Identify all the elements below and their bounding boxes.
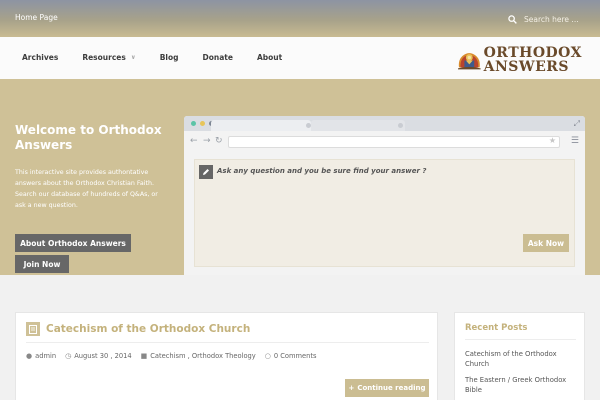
tab-close-icon xyxy=(398,123,403,128)
post-meta: ● admin ◷ August 30 , 2014 ■ Catechism , Or… xyxy=(26,352,326,360)
expand-icon: ⤢ xyxy=(573,119,580,128)
post-title[interactable]: Catechism of the Orthodox Church xyxy=(46,323,250,335)
nav-item-blog[interactable]: Blog xyxy=(160,53,179,62)
browser-tab xyxy=(211,120,311,131)
ask-question-panel: Ask any question and you be sure find yo… xyxy=(194,159,575,267)
plus-icon: + xyxy=(348,384,355,392)
hero-intro: This interactive site provides authontat… xyxy=(15,169,158,209)
comment-icon: ○ xyxy=(264,352,271,360)
join-now-button[interactable]: Join Now xyxy=(15,255,69,273)
emblem-icon xyxy=(457,53,481,70)
browser-toolbar: ← → ↻ ★ ☰ xyxy=(184,131,585,153)
back-arrow-icon: ← xyxy=(190,136,198,146)
nav-item-resources[interactable]: Resources ∨ xyxy=(82,53,135,62)
address-bar: ★ xyxy=(228,136,560,148)
recent-posts-widget: Recent Posts Catechism of the Orthodox C… xyxy=(454,312,585,400)
post-date: ◷ August 30 , 2014 xyxy=(65,352,132,360)
hero-title: Welcome to Orthodox Answers xyxy=(15,123,162,152)
post-card: Catechism of the Orthodox Church ● admin … xyxy=(15,312,438,400)
menu-icon: ☰ xyxy=(570,136,579,146)
site-logo[interactable]: ORTHODOX ANSWERS xyxy=(457,40,582,80)
ask-question-prompt[interactable]: Ask any question and you be sure find yo… xyxy=(217,167,426,175)
nav-item-donate[interactable]: Donate xyxy=(203,53,233,62)
continue-reading-button[interactable]: + Continue reading xyxy=(345,379,429,397)
browser-tab-bar: ⤢ xyxy=(184,116,585,131)
divider xyxy=(26,342,429,343)
document-icon xyxy=(26,322,40,336)
nav-menu: Archives Resources ∨ Blog Donate About xyxy=(22,53,306,62)
post-author[interactable]: ● admin xyxy=(26,352,56,360)
browser-mockup: ⤢ ← → ↻ ★ ☰ Ask any question and you be … xyxy=(184,116,585,275)
nav-item-about[interactable]: About xyxy=(257,53,282,62)
logo-wordmark: ORTHODOX ANSWERS xyxy=(483,45,582,75)
chevron-down-icon: ∨ xyxy=(130,54,136,61)
recent-posts-list: Catechism of the Orthodox Church The Eas… xyxy=(465,349,580,400)
widget-title: Recent Posts xyxy=(465,323,528,333)
star-icon: ★ xyxy=(548,136,556,145)
home-page-link[interactable]: Home Page xyxy=(15,13,58,22)
pencil-icon xyxy=(199,165,213,179)
nav-item-archives[interactable]: Archives xyxy=(22,53,58,62)
ask-now-button[interactable]: Ask Now xyxy=(523,234,569,252)
browser-tab xyxy=(311,120,405,131)
recent-post-link[interactable]: Catechism of the Orthodox Church xyxy=(465,349,580,369)
search-input[interactable] xyxy=(524,14,584,24)
about-button[interactable]: About Orthodox Answers xyxy=(15,234,131,252)
recent-post-link[interactable]: The Eastern / Greek Orthodox Bible xyxy=(465,375,580,395)
forward-arrow-icon: → xyxy=(203,136,211,146)
user-icon: ● xyxy=(26,352,33,360)
hero-section: Welcome to Orthodox Answers This interac… xyxy=(0,79,600,275)
window-dot-yellow xyxy=(200,121,205,126)
refresh-icon: ↻ xyxy=(215,136,223,146)
top-bar: Home Page xyxy=(0,0,600,37)
window-dot-green xyxy=(191,121,196,126)
divider xyxy=(465,339,576,340)
top-search[interactable] xyxy=(508,12,588,26)
clock-icon: ◷ xyxy=(65,352,72,360)
search-icon[interactable] xyxy=(508,14,517,24)
post-comments[interactable]: ○ 0 Comments xyxy=(265,352,317,360)
folder-icon: ■ xyxy=(140,352,148,360)
post-categories[interactable]: ■ Catechism , Orthodox Theology xyxy=(141,352,256,360)
tab-close-icon xyxy=(306,123,311,128)
